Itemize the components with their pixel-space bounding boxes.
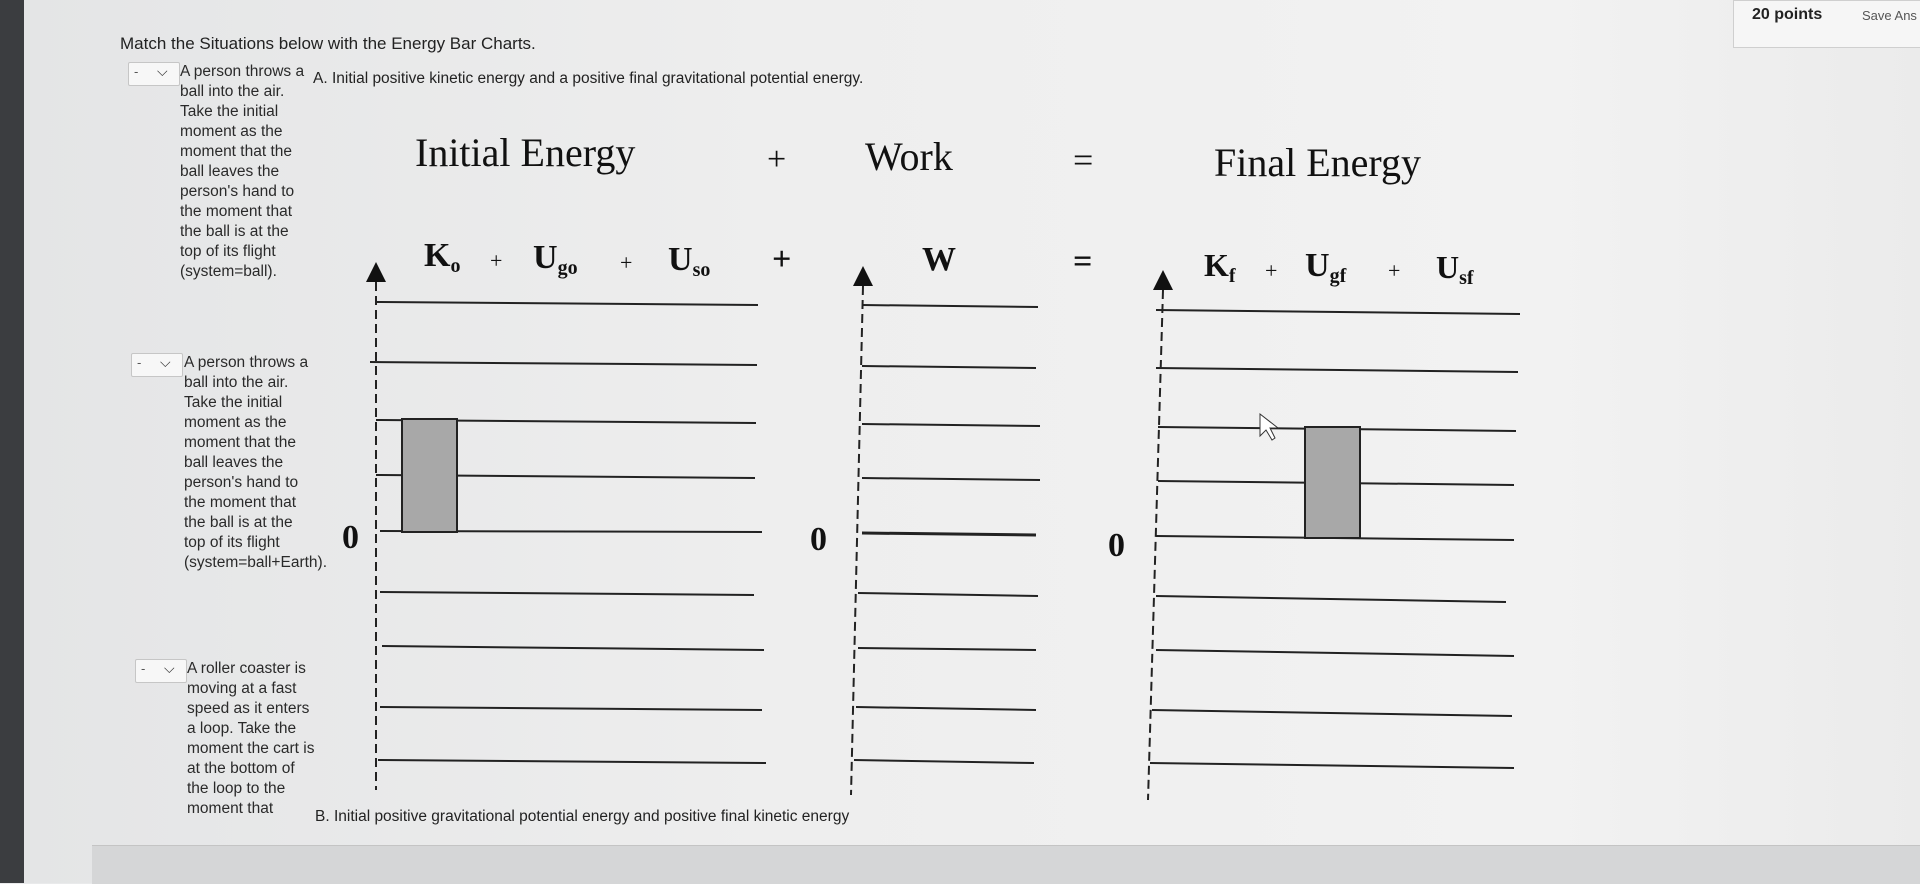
term-Ugf: Ugf bbox=[1305, 247, 1347, 287]
svg-text:+: + bbox=[490, 248, 502, 273]
term-Kf: Kf bbox=[1204, 247, 1236, 287]
cursor-arrow-icon bbox=[1259, 412, 1280, 441]
work-heading: Work bbox=[865, 134, 953, 179]
term-equals: = bbox=[1073, 243, 1092, 280]
heading-plus: + bbox=[767, 141, 786, 178]
initial-energy-heading: Initial Energy bbox=[415, 130, 635, 175]
zero-label-work: 0 bbox=[810, 521, 827, 558]
svg-text:+: + bbox=[1265, 258, 1277, 283]
svg-text:+: + bbox=[620, 250, 632, 275]
bar-final-gravitational bbox=[1304, 426, 1361, 539]
heading-equals: = bbox=[1073, 140, 1093, 180]
bar-initial-kinetic bbox=[401, 418, 458, 533]
bottom-panel bbox=[92, 845, 1920, 884]
zero-label-final: 0 bbox=[1108, 527, 1125, 564]
term-Usf: Usf bbox=[1436, 249, 1474, 289]
zero-label-initial: 0 bbox=[342, 519, 359, 556]
svg-text:+: + bbox=[1388, 258, 1400, 283]
term-plus: + bbox=[772, 241, 791, 278]
final-energy-heading: Final Energy bbox=[1214, 140, 1421, 185]
energy-bar-chart-image: Initial Energy + Work = Final Energy Ko … bbox=[342, 130, 1521, 801]
term-Uso: Uso bbox=[668, 241, 710, 281]
term-Ugo: Ugo bbox=[533, 239, 578, 279]
term-W: W bbox=[922, 241, 956, 278]
term-K-initial: Ko bbox=[424, 237, 460, 277]
